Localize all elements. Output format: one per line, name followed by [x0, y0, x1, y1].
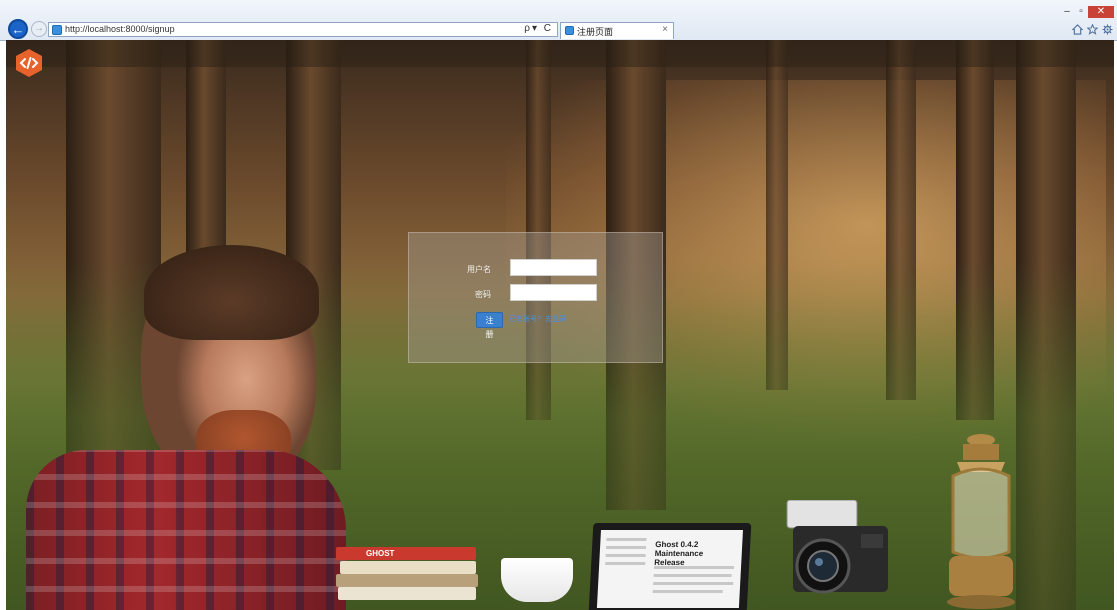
login-link[interactable]: 去登录 [545, 314, 566, 324]
tab-title: 注册页面 [577, 27, 614, 37]
laptop: Ghost 0.4.2 Maintenance Release [588, 523, 752, 610]
tab-page-icon [565, 26, 574, 35]
signup-button[interactable]: 注册 [476, 312, 503, 339]
person-hair [144, 245, 319, 340]
gear-icon[interactable] [1102, 24, 1113, 36]
address-bar[interactable]: http://localhost:8000/signup ρ▾ C [48, 22, 558, 37]
ghost-logo-icon[interactable] [15, 48, 43, 78]
username-label: 用户名 [467, 265, 491, 274]
laptop-screen: Ghost 0.4.2 Maintenance Release [596, 530, 743, 608]
site-header [6, 40, 1114, 67]
password-input[interactable] [510, 284, 597, 301]
url-text[interactable]: http://localhost:8000/signup [65, 24, 175, 34]
search-refresh-controls[interactable]: ρ▾ C [524, 23, 553, 34]
back-button[interactable]: ← [8, 19, 28, 39]
have-account-link[interactable]: 已有账号? [509, 314, 541, 324]
password-label: 密码 [475, 290, 491, 299]
page-viewport: GHOST Ghost 0.4.2 Maintenance Release 用户… [6, 40, 1114, 610]
book-stack: GHOST [336, 547, 478, 607]
plaid-shirt [26, 450, 346, 610]
book-cover: GHOST [336, 547, 476, 560]
close-window-button[interactable]: ✕ [1088, 6, 1114, 18]
star-icon[interactable] [1086, 23, 1099, 36]
camera [785, 499, 895, 600]
tab-close-icon[interactable]: × [662, 24, 668, 35]
home-icon[interactable] [1071, 24, 1084, 36]
browser-chrome: ← → http://localhost:8000/signup ρ▾ C 注册… [0, 0, 1117, 41]
back-arrow-icon: ← [11, 21, 25, 37]
forward-button[interactable]: → [31, 21, 47, 37]
minimize-button[interactable]: – [1060, 6, 1074, 18]
maximize-button[interactable]: ▫ [1074, 6, 1088, 18]
laptop-headline: Ghost 0.4.2 Maintenance Release [654, 540, 704, 567]
tab-signup[interactable]: 注册页面 × [560, 22, 674, 39]
lantern [939, 432, 1023, 610]
signup-form: 用户名 密码 注册 已有账号? 去登录 [408, 232, 663, 363]
forward-arrow-icon: → [34, 23, 44, 34]
coffee-cup [501, 558, 573, 602]
page-icon [52, 25, 62, 35]
username-input[interactable] [510, 259, 597, 276]
